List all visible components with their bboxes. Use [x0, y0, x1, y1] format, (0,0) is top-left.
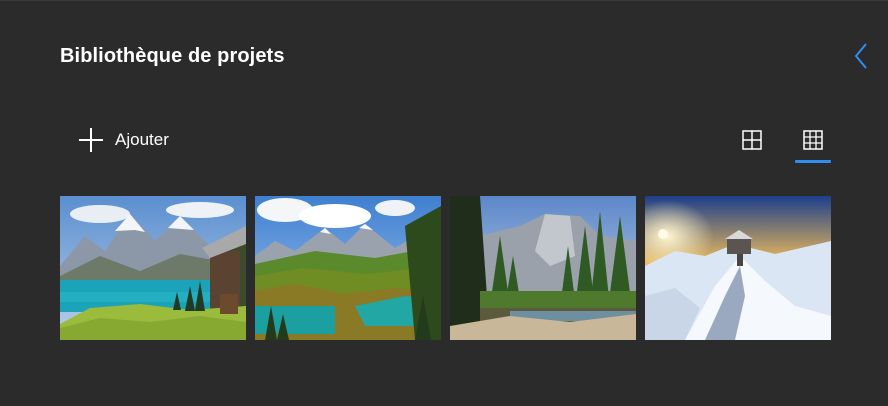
project-thumbnail-valley-lake[interactable]	[255, 196, 441, 340]
lake-chalet-image	[60, 196, 246, 340]
panel-title: Bibliothèque de projets	[60, 45, 285, 67]
collapse-panel-button[interactable]	[846, 41, 876, 71]
valley-lake-image	[255, 196, 441, 340]
large-grid-view-button[interactable]	[734, 125, 770, 155]
grid-large-icon	[742, 130, 762, 150]
grid-small-icon	[803, 130, 823, 150]
plus-icon	[79, 128, 103, 152]
add-button-label: Ajouter	[115, 130, 169, 149]
project-thumbnail-lake-chalet[interactable]	[60, 196, 246, 340]
canyon-river-image	[450, 196, 636, 340]
add-button[interactable]: Ajouter	[78, 127, 169, 153]
chevron-left-icon	[854, 43, 867, 69]
project-thumbnail-canyon-river[interactable]	[450, 196, 636, 340]
project-thumbnail-snowy-summit[interactable]	[645, 196, 831, 340]
snowy-summit-image	[645, 196, 831, 340]
active-view-indicator	[795, 160, 831, 163]
small-grid-view-button[interactable]	[795, 125, 831, 155]
thumbnail-grid	[60, 196, 831, 340]
project-library-panel: Bibliothèque de projets Ajouter	[0, 0, 888, 406]
